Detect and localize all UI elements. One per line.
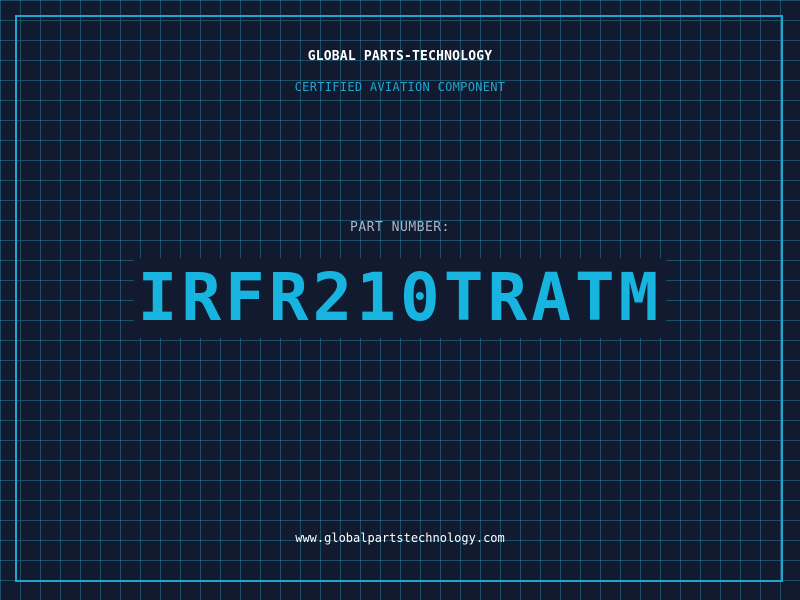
part-number: IRFR210TRATM [133, 258, 667, 338]
part-number-container: IRFR210TRATM [0, 258, 800, 338]
website-url: www.globalpartstechnology.com [295, 531, 505, 545]
tagline: CERTIFIED AVIATION COMPONENT [294, 80, 506, 94]
part-number-label: PART NUMBER: [350, 220, 450, 235]
brand-title: GLOBAL PARTS-TECHNOLOGY [307, 49, 493, 64]
